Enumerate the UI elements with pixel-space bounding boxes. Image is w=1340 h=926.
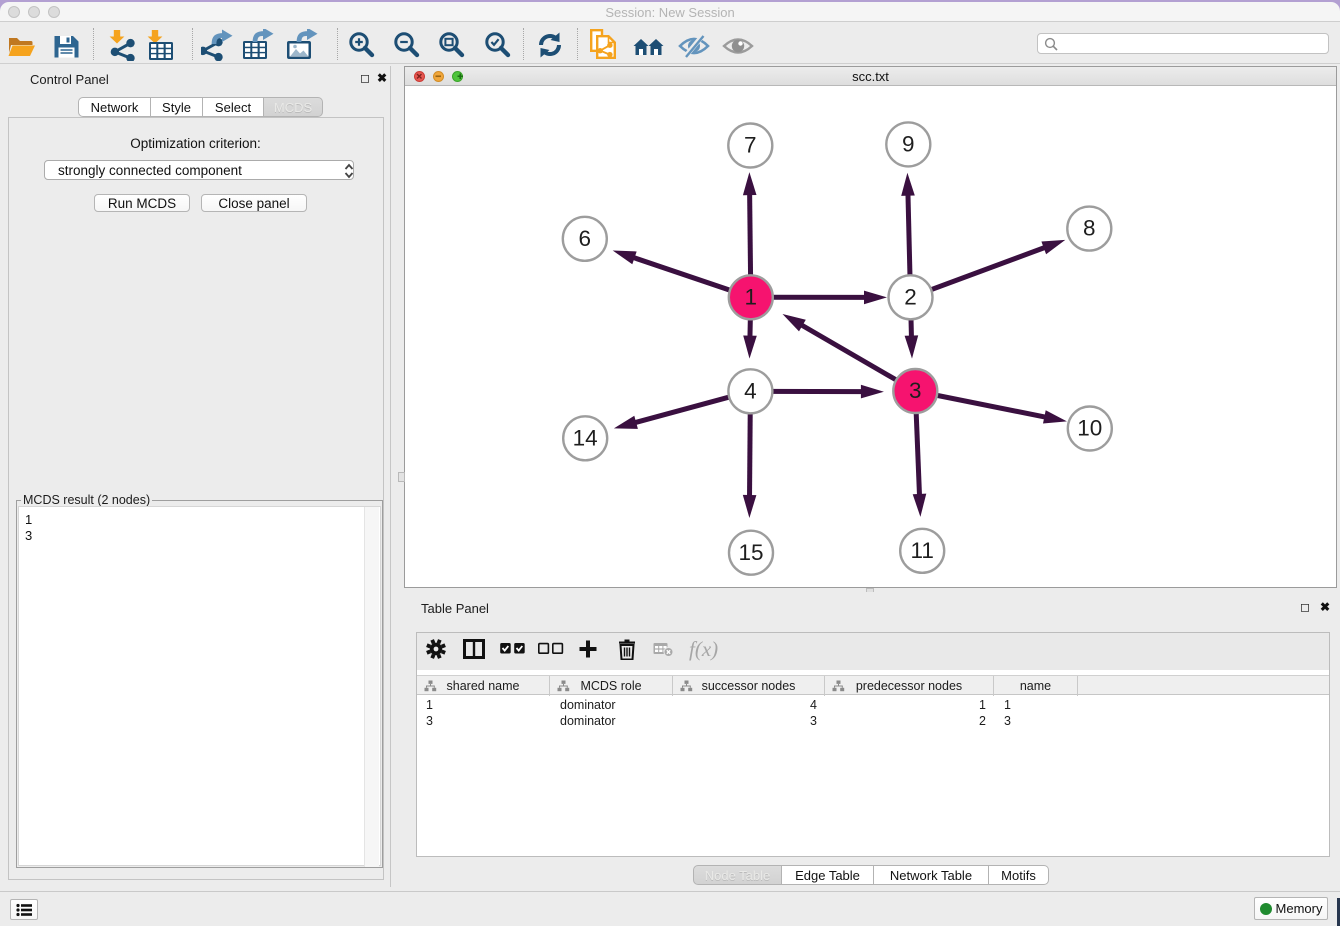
- svg-text:6: 6: [579, 226, 592, 251]
- svg-text:2: 2: [904, 284, 917, 309]
- svg-text:9: 9: [902, 132, 915, 157]
- svg-text:3: 3: [909, 378, 922, 403]
- svg-text:11: 11: [911, 538, 934, 563]
- svg-text:1: 1: [745, 284, 758, 309]
- svg-text:4: 4: [744, 378, 757, 403]
- svg-text:15: 15: [738, 540, 763, 565]
- svg-text:7: 7: [744, 133, 757, 158]
- svg-text:14: 14: [573, 425, 598, 450]
- svg-text:10: 10: [1077, 416, 1102, 441]
- svg-text:8: 8: [1083, 216, 1096, 241]
